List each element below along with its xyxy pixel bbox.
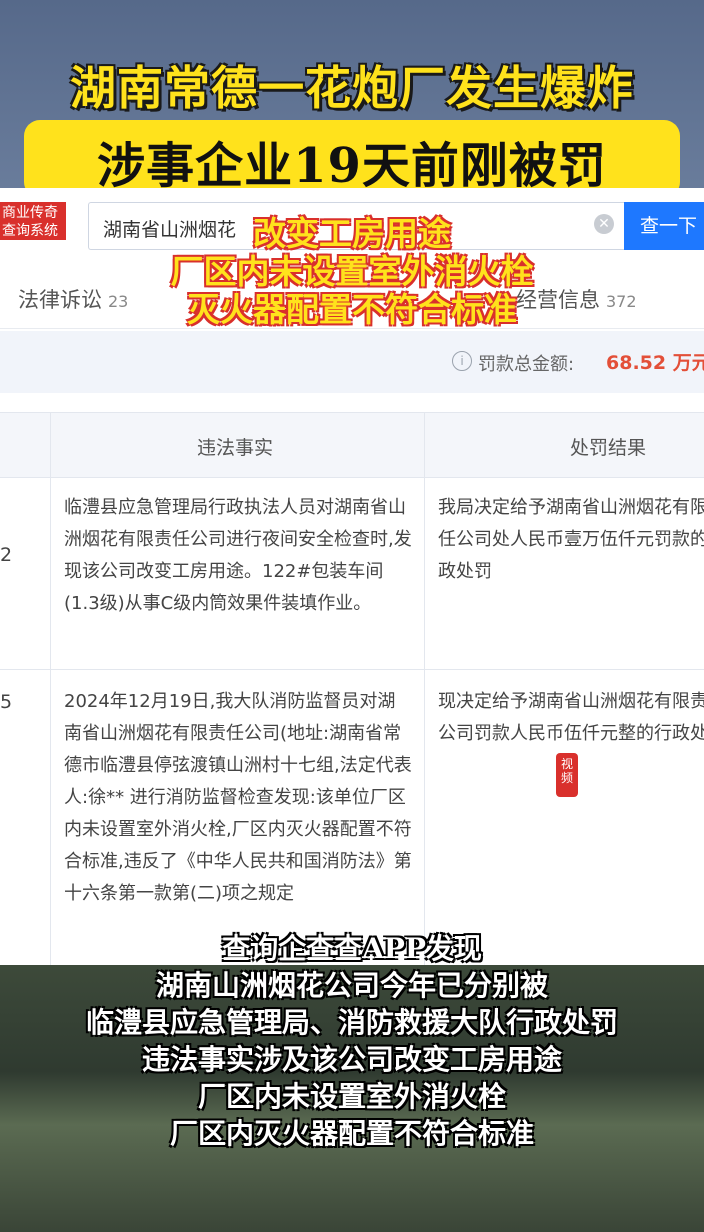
- overlay-line-3: 灭火器配置不符合标准: [187, 290, 517, 329]
- column-divider: [424, 413, 425, 978]
- info-icon[interactable]: i: [452, 351, 472, 371]
- table-header: 违法事实 处罚结果: [0, 413, 704, 478]
- caption-line: 厂区内未设置室外消火栓: [197, 1080, 506, 1113]
- table-cell-fact: 临澧县应急管理局行政执法人员对湖南省山洲烟花有限责任公司进行夜间安全检查时,发现…: [64, 497, 412, 614]
- caption-line: 查询企查查APP发现: [222, 932, 482, 965]
- table-cell-result: 我局决定给予湖南省山洲烟花有限责任公司处人民币壹万伍仟元罚款的行政处罚: [438, 497, 704, 582]
- headline-title: 湖南常德一花炮厂发生爆炸: [70, 61, 634, 115]
- column-header-result: 处罚结果: [570, 437, 647, 459]
- caption-line: 违法事实涉及该公司改变工房用途: [141, 1043, 562, 1076]
- overlay-line-1: 改变工房用途: [253, 214, 451, 253]
- headline-subtitle: 涉事企业19天前刚被罚: [97, 138, 607, 194]
- row-divider: [0, 669, 704, 670]
- caption-line: 湖南山洲烟花公司今年已分别被: [155, 969, 548, 1002]
- fine-total-value: 68.52 万元: [606, 352, 704, 374]
- highlight-overlay: 改变工房用途 厂区内未设置室外消火栓 灭火器配置不符合标准: [0, 215, 704, 329]
- penalty-table: 违法事实 处罚结果 2 临澧县应急管理局行政执法人员对湖南省山洲烟花有限责任公司…: [0, 412, 704, 978]
- table-cell-result: 现决定给予湖南省山洲烟花有限责任公司罚款人民币伍仟元整的行政处罚: [438, 691, 704, 744]
- subtitle-captions: 查询企查查APP发现 湖南山洲烟花公司今年已分别被 临澧县应急管理局、消防救援大…: [0, 930, 704, 1152]
- watermark-seal: 视频: [556, 753, 578, 797]
- summary-bar: i 罚款总金额: 68.52 万元: [0, 331, 704, 393]
- overlay-line-2: 厂区内未设置室外消火栓: [170, 252, 534, 291]
- caption-line: 临澧县应急管理局、消防救援大队行政处罚: [85, 1006, 618, 1039]
- row-index: 5: [0, 691, 13, 713]
- fine-total-label: 罚款总金额:: [478, 354, 575, 375]
- column-header-fact: 违法事实: [197, 437, 274, 459]
- column-divider: [50, 413, 51, 978]
- row-index: 2: [0, 544, 13, 566]
- caption-line: 厂区内灭火器配置不符合标准: [169, 1117, 534, 1150]
